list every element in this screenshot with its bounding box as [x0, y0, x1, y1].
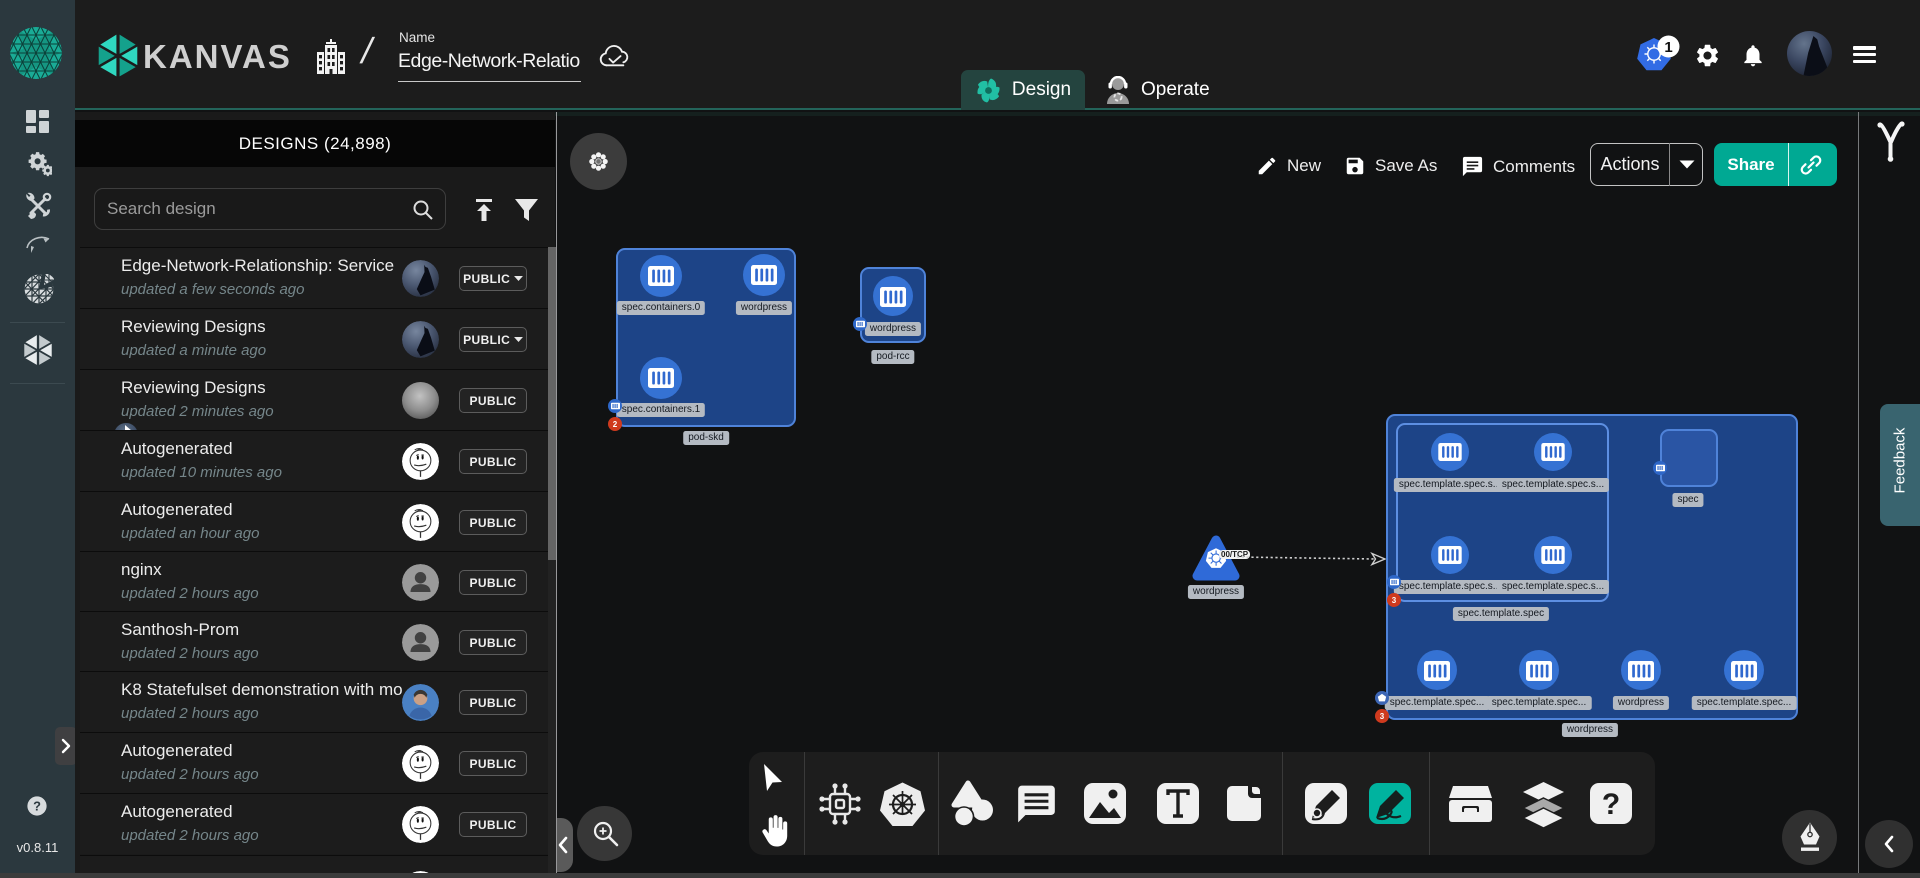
svg-text:1: 1 — [1664, 39, 1672, 56]
svg-text:?: ? — [1602, 788, 1620, 821]
svg-text:?: ? — [33, 799, 41, 814]
